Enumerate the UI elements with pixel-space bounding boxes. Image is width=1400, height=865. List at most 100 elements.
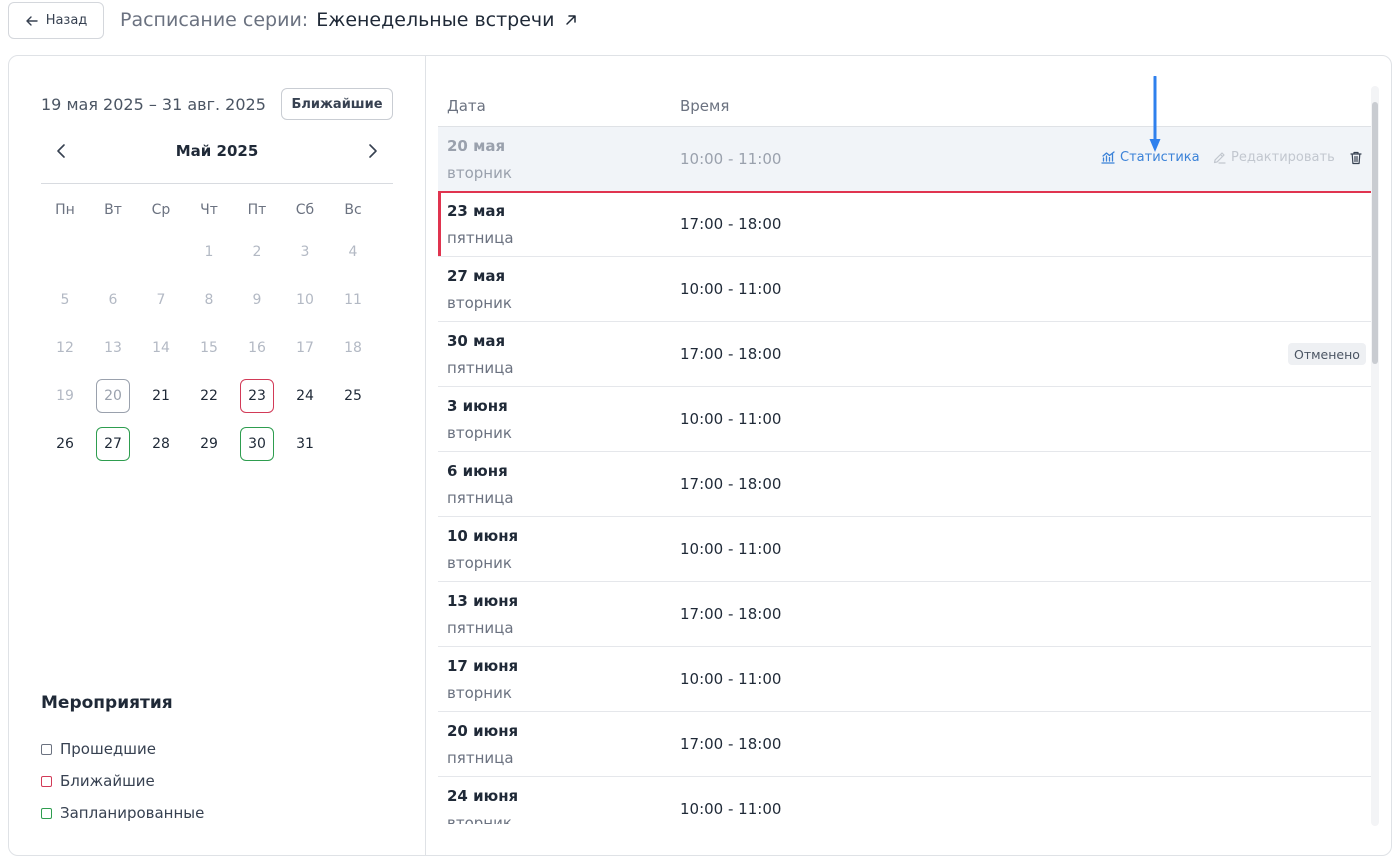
calendar-day[interactable]: 1 xyxy=(192,235,226,269)
calendar-day[interactable]: 21 xyxy=(144,379,178,413)
table-header: Дата Время xyxy=(438,88,1372,127)
calendar-day[interactable]: 12 xyxy=(48,331,82,365)
legend-item-scheduled: Запланированные xyxy=(41,804,204,822)
calendar-day[interactable]: 29 xyxy=(192,427,226,461)
calendar-day[interactable]: 8 xyxy=(192,283,226,317)
status-badge: Отменено xyxy=(1288,343,1366,365)
back-button[interactable]: Назад xyxy=(8,2,104,39)
table-row[interactable]: 6 июня пятница 17:00 - 18:00 xyxy=(438,452,1372,517)
row-time: 17:00 - 18:00 xyxy=(680,215,782,233)
chevron-left-icon[interactable] xyxy=(49,139,73,163)
calendar-day[interactable]: 19 xyxy=(48,379,82,413)
row-time: 10:00 - 11:00 xyxy=(680,150,782,168)
series-name-link[interactable]: Еженедельные встречи xyxy=(316,9,554,31)
table-row[interactable]: 3 июня вторник 10:00 - 11:00 xyxy=(438,387,1372,452)
row-date: 13 июня xyxy=(447,592,519,610)
calendar-day[interactable]: 11 xyxy=(336,283,370,317)
row-weekday: вторник xyxy=(447,294,512,312)
calendar-day[interactable]: 16 xyxy=(240,331,274,365)
table-row-upcoming[interactable]: 23 мая пятница 17:00 - 18:00 xyxy=(438,191,1372,257)
table-row[interactable]: 30 мая пятница 17:00 - 18:00 Отменено xyxy=(438,322,1372,387)
calendar-day[interactable]: 17 xyxy=(288,331,322,365)
back-label: Назад xyxy=(45,13,88,28)
trash-icon[interactable] xyxy=(1348,149,1364,167)
date-range: 19 мая 2025 – 31 авг. 2025 xyxy=(41,95,266,114)
row-date: 17 июня xyxy=(447,657,519,675)
row-weekday: вторник xyxy=(447,424,512,442)
table-row[interactable]: 24 июня вторник 10:00 - 11:00 xyxy=(438,777,1372,824)
calendar-day[interactable]: 3 xyxy=(288,235,322,269)
legend-swatch-upcoming xyxy=(41,775,52,787)
calendar-day[interactable]: 4 xyxy=(336,235,370,269)
edit-button[interactable]: Редактировать xyxy=(1213,150,1335,165)
table-row[interactable]: 20 мая вторник 10:00 - 11:00 Статистика … xyxy=(438,127,1372,192)
calendar-day[interactable]: 28 xyxy=(144,427,178,461)
schedule-panel: 19 мая 2025 – 31 авг. 2025 Ближайшие Май… xyxy=(8,55,1392,856)
weekday-label: Пт xyxy=(247,202,267,218)
table-row[interactable]: 10 июня вторник 10:00 - 11:00 xyxy=(438,517,1372,582)
row-date: 20 июня xyxy=(447,722,519,740)
row-date: 27 мая xyxy=(447,267,506,285)
chevron-right-icon[interactable] xyxy=(361,139,385,163)
arrow-left-icon xyxy=(25,14,39,28)
external-link-icon[interactable] xyxy=(564,13,578,27)
calendar-day[interactable]: 7 xyxy=(144,283,178,317)
row-time: 10:00 - 11:00 xyxy=(680,280,782,298)
calendar-day[interactable]: 18 xyxy=(336,331,370,365)
row-weekday: пятница xyxy=(447,749,514,767)
calendar-day[interactable]: 31 xyxy=(288,427,322,461)
row-weekday: пятница xyxy=(447,489,514,507)
row-weekday: пятница xyxy=(447,229,514,247)
weekday-label: Вс xyxy=(344,202,362,218)
row-time: 10:00 - 11:00 xyxy=(680,670,782,688)
row-date: 24 июня xyxy=(447,787,519,805)
legend-label: Ближайшие xyxy=(60,772,155,790)
row-time: 17:00 - 18:00 xyxy=(680,605,782,623)
legend-label: Запланированные xyxy=(60,804,205,822)
row-weekday: пятница xyxy=(447,619,514,637)
calendar-day[interactable]: 25 xyxy=(336,379,370,413)
row-weekday: вторник xyxy=(447,164,512,182)
row-date: 23 мая xyxy=(447,202,506,220)
row-time: 17:00 - 18:00 xyxy=(680,475,782,493)
legend-item-upcoming: Ближайшие xyxy=(41,772,155,790)
calendar-separator xyxy=(41,183,393,184)
calendar-day[interactable]: 2 xyxy=(240,235,274,269)
legend-item-past: Прошедшие xyxy=(41,740,156,758)
calendar-day[interactable]: 26 xyxy=(48,427,82,461)
calendar-day[interactable]: 13 xyxy=(96,331,130,365)
row-date: 20 мая xyxy=(447,137,506,155)
table-row[interactable]: 17 июня вторник 10:00 - 11:00 xyxy=(438,647,1372,712)
annotation-arrow-icon xyxy=(1146,75,1164,154)
weekday-label: Ср xyxy=(151,202,171,218)
calendar-day-upcoming-event[interactable]: 23 xyxy=(240,379,274,413)
calendar-day[interactable]: 14 xyxy=(144,331,178,365)
events-table: Дата Время 20 мая вторник 10:00 - 11:00 … xyxy=(438,88,1372,824)
calendar-day[interactable]: 10 xyxy=(288,283,322,317)
calendar-day-scheduled-event[interactable]: 27 xyxy=(96,427,130,461)
table-row[interactable]: 13 июня пятница 17:00 - 18:00 xyxy=(438,582,1372,647)
table-row[interactable]: 27 мая вторник 10:00 - 11:00 xyxy=(438,257,1372,322)
row-date: 10 июня xyxy=(447,527,519,545)
scrollbar-thumb[interactable] xyxy=(1372,102,1378,364)
calendar-day[interactable]: 9 xyxy=(240,283,274,317)
calendar-day-scheduled-event[interactable]: 30 xyxy=(240,427,274,461)
weekday-label: Сб xyxy=(295,202,315,218)
month-title: Май 2025 xyxy=(175,142,259,160)
row-weekday: вторник xyxy=(447,554,512,572)
upcoming-accent-bar xyxy=(438,192,441,256)
upcoming-highlight-line xyxy=(438,191,1372,193)
page-title: Расписание серии: Еженедельные встречи xyxy=(120,9,578,31)
calendar-day[interactable]: 6 xyxy=(96,283,130,317)
weekday-label: Чт xyxy=(200,202,218,218)
calendar-day[interactable]: 5 xyxy=(48,283,82,317)
row-date: 6 июня xyxy=(447,462,508,480)
nearest-button[interactable]: Ближайшие xyxy=(281,88,393,120)
calendar-day-past-event[interactable]: 20 xyxy=(96,379,130,413)
calendar-day[interactable]: 15 xyxy=(192,331,226,365)
calendar-day[interactable]: 22 xyxy=(192,379,226,413)
calendar-day[interactable]: 24 xyxy=(288,379,322,413)
panel-divider xyxy=(425,56,426,855)
table-row[interactable]: 20 июня пятница 17:00 - 18:00 xyxy=(438,712,1372,777)
legend-title: Мероприятия xyxy=(41,693,173,713)
